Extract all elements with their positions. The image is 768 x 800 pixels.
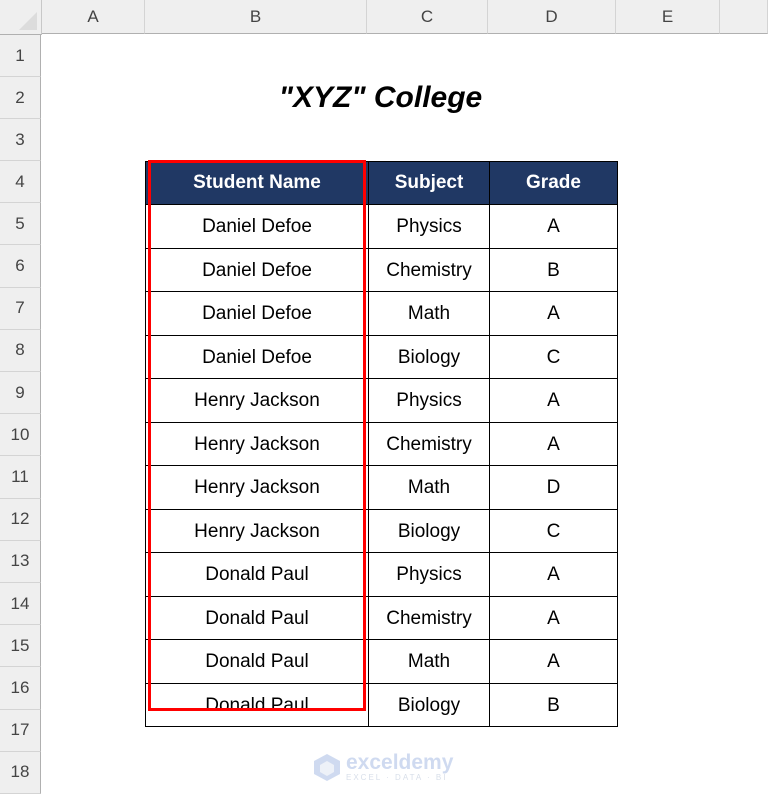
grade-cell[interactable]: A <box>489 291 618 336</box>
subject-cell[interactable]: Physics <box>368 378 490 423</box>
row-header-1[interactable]: 1 <box>0 35 41 77</box>
table-row: Donald Paul Math A <box>145 639 618 684</box>
subject-cell[interactable]: Chemistry <box>368 247 490 292</box>
sheet-title[interactable]: "XYZ" College <box>145 77 616 119</box>
row-header-7[interactable]: 7 <box>0 287 41 330</box>
row-header-9[interactable]: 9 <box>0 372 41 415</box>
subject-cell[interactable]: Biology <box>368 334 490 379</box>
student-name-cell[interactable]: Donald Paul <box>145 595 369 640</box>
column-header-b[interactable]: B <box>145 0 367 34</box>
row-header-8[interactable]: 8 <box>0 329 41 372</box>
student-name-cell[interactable]: Donald Paul <box>145 682 369 727</box>
student-name-cell[interactable]: Daniel Defoe <box>145 247 369 292</box>
row-header-4[interactable]: 4 <box>0 161 41 204</box>
grade-cell[interactable]: B <box>489 247 618 292</box>
column-header-d[interactable]: D <box>488 0 616 34</box>
watermark-tagline: EXCEL · DATA · BI <box>346 772 448 782</box>
table-row: Daniel Defoe Math A <box>145 291 618 336</box>
row-header-13[interactable]: 13 <box>0 540 41 583</box>
subject-cell[interactable]: Math <box>368 465 490 510</box>
column-header-e[interactable]: E <box>616 0 720 34</box>
header-grade[interactable]: Grade <box>489 161 618 205</box>
grade-cell[interactable]: C <box>489 508 618 553</box>
table-row: Henry Jackson Physics A <box>145 378 618 423</box>
select-all-triangle-icon <box>19 12 37 30</box>
student-name-cell[interactable]: Daniel Defoe <box>145 291 369 336</box>
select-all-corner[interactable] <box>0 0 42 35</box>
subject-cell[interactable]: Math <box>368 639 490 684</box>
table-row: Donald Paul Physics A <box>145 552 618 597</box>
header-student-name[interactable]: Student Name <box>145 161 369 205</box>
student-name-cell[interactable]: Daniel Defoe <box>145 204 369 249</box>
student-name-cell[interactable]: Henry Jackson <box>145 378 369 423</box>
subject-cell[interactable]: Physics <box>368 204 490 249</box>
row-header-17[interactable]: 17 <box>0 709 41 752</box>
watermark: exceldemy EXCEL · DATA · BI <box>312 752 453 782</box>
header-subject[interactable]: Subject <box>368 161 490 205</box>
grade-cell[interactable]: B <box>489 682 618 727</box>
grade-cell[interactable]: A <box>489 639 618 684</box>
table-row: Daniel Defoe Biology C <box>145 334 618 379</box>
watermark-brand: exceldemy <box>346 750 454 774</box>
student-name-cell[interactable]: Henry Jackson <box>145 508 369 553</box>
grade-cell[interactable]: A <box>489 204 618 249</box>
exceldemy-logo-icon <box>314 754 340 781</box>
grade-cell[interactable]: A <box>489 421 618 466</box>
subject-cell[interactable]: Biology <box>368 508 490 553</box>
table-row: Donald Paul Biology B <box>145 682 618 727</box>
grade-cell[interactable]: A <box>489 595 618 640</box>
grade-cell[interactable]: A <box>489 552 618 597</box>
row-header-6[interactable]: 6 <box>0 245 41 288</box>
row-header-16[interactable]: 16 <box>0 667 41 710</box>
subject-cell[interactable]: Chemistry <box>368 595 490 640</box>
column-header-next[interactable] <box>720 0 768 34</box>
table-row: Henry Jackson Chemistry A <box>145 421 618 466</box>
subject-cell[interactable]: Chemistry <box>368 421 490 466</box>
grade-cell[interactable]: D <box>489 465 618 510</box>
subject-cell[interactable]: Math <box>368 291 490 336</box>
row-header-18[interactable]: 18 <box>0 751 41 794</box>
column-header-c[interactable]: C <box>367 0 488 34</box>
subject-cell[interactable]: Biology <box>368 682 490 727</box>
row-header-11[interactable]: 11 <box>0 456 41 499</box>
grade-cell[interactable]: C <box>489 334 618 379</box>
column-header-a[interactable]: A <box>42 0 145 34</box>
table-row: Henry Jackson Math D <box>145 465 618 510</box>
student-grade-table: Student Name Subject Grade Daniel Defoe P… <box>145 161 618 727</box>
student-name-cell[interactable]: Donald Paul <box>145 639 369 684</box>
grade-cell[interactable]: A <box>489 378 618 423</box>
row-header-10[interactable]: 10 <box>0 414 41 457</box>
student-name-cell[interactable]: Donald Paul <box>145 552 369 597</box>
table-row: Daniel Defoe Physics A <box>145 204 618 249</box>
row-header-2[interactable]: 2 <box>0 77 41 119</box>
row-header-5[interactable]: 5 <box>0 203 41 246</box>
row-header-15[interactable]: 15 <box>0 625 41 668</box>
student-name-cell[interactable]: Henry Jackson <box>145 465 369 510</box>
student-name-cell[interactable]: Henry Jackson <box>145 421 369 466</box>
row-header-3[interactable]: 3 <box>0 119 41 161</box>
row-header-12[interactable]: 12 <box>0 498 41 541</box>
table-row: Daniel Defoe Chemistry B <box>145 247 618 292</box>
table-header-row: Student Name Subject Grade <box>145 161 618 205</box>
row-header-14[interactable]: 14 <box>0 583 41 626</box>
table-row: Henry Jackson Biology C <box>145 508 618 553</box>
student-name-cell[interactable]: Daniel Defoe <box>145 334 369 379</box>
table-row: Donald Paul Chemistry A <box>145 595 618 640</box>
subject-cell[interactable]: Physics <box>368 552 490 597</box>
